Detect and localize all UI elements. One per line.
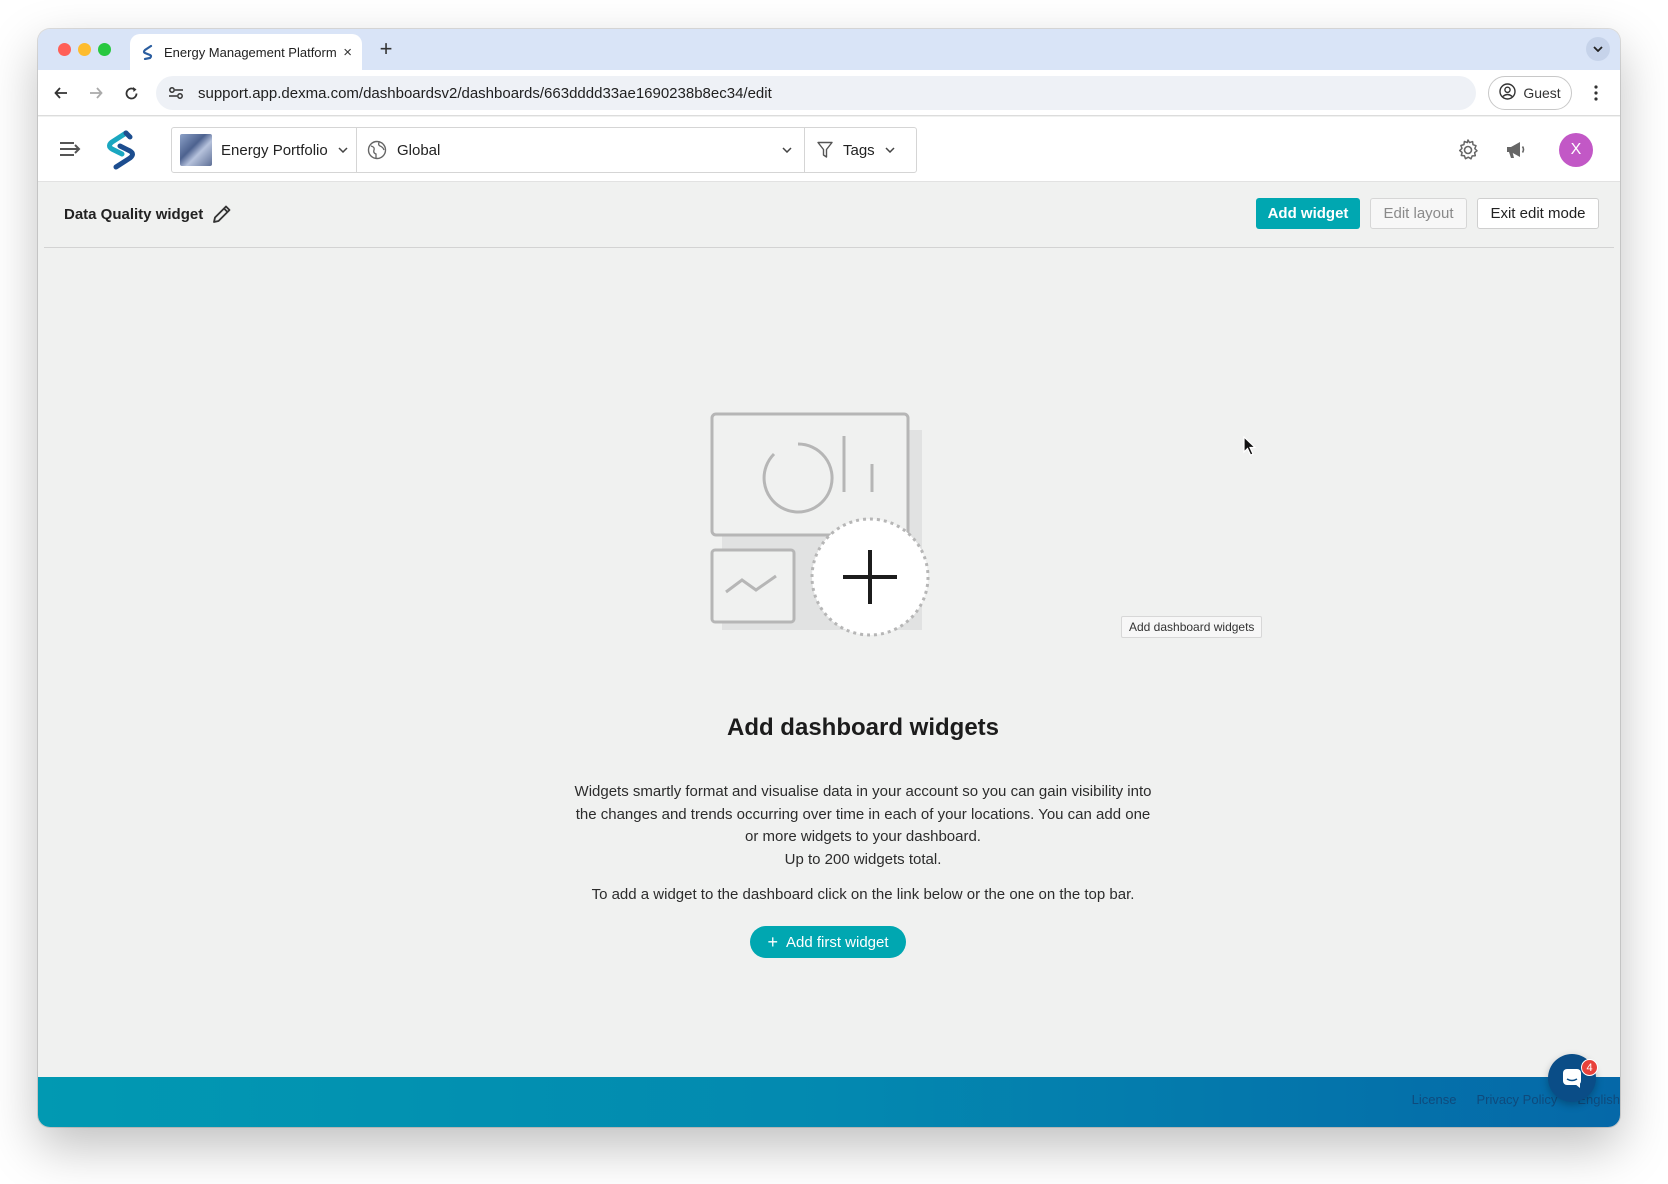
chevron-down-icon (338, 147, 348, 153)
footer-bar: License Privacy Policy English (38, 1077, 1620, 1127)
filter-icon (817, 141, 833, 159)
url-text: support.app.dexma.com/dashboardsv2/dashb… (198, 84, 772, 102)
address-bar[interactable]: support.app.dexma.com/dashboardsv2/dashb… (156, 76, 1476, 110)
menu-toggle-icon[interactable] (58, 139, 82, 159)
empty-state-hint: To add a widget to the dashboard click o… (591, 886, 1135, 903)
tab-title: Energy Management Platform (164, 44, 337, 60)
new-tab-button[interactable]: + (372, 36, 400, 62)
minimize-window-button[interactable] (78, 43, 91, 56)
app-header: Energy Portfolio Global Tags X (38, 117, 1620, 182)
privacy-policy-link[interactable]: Privacy Policy (1476, 1092, 1557, 1107)
license-link[interactable]: License (1412, 1092, 1457, 1107)
edit-layout-button[interactable]: Edit layout (1370, 198, 1467, 229)
description-line: Widgets smartly format and visualise dat… (574, 783, 1152, 800)
empty-state-description: Widgets smartly format and visualise dat… (533, 781, 1193, 871)
add-widget-button[interactable]: Add widget (1256, 198, 1360, 229)
megaphone-icon[interactable] (1503, 137, 1529, 163)
browser-window: Energy Management Platform × + support.a… (38, 29, 1620, 1127)
profile-label: Guest (1523, 85, 1561, 101)
tab-strip: Energy Management Platform × + (38, 29, 1620, 70)
globe-icon (367, 140, 387, 160)
dexma-favicon-icon (140, 44, 156, 60)
context-selector-group: Energy Portfolio Global Tags (171, 127, 917, 173)
browser-tab[interactable]: Energy Management Platform × (130, 34, 362, 70)
add-first-widget-label: Add first widget (785, 933, 889, 951)
mouse-cursor-icon (1243, 436, 1257, 456)
location-label: Global (397, 141, 441, 159)
gear-icon[interactable] (1455, 137, 1481, 163)
dexma-logo-icon[interactable] (100, 129, 142, 171)
notification-badge: 4 (1581, 1059, 1598, 1076)
widgets-illustration (710, 412, 930, 637)
back-arrow-icon[interactable] (50, 82, 72, 104)
portfolio-selector[interactable]: Energy Portfolio (172, 128, 357, 172)
portfolio-label: Energy Portfolio (221, 141, 328, 159)
chevron-down-icon (885, 147, 895, 153)
chevron-down-icon (782, 147, 792, 153)
close-window-button[interactable] (58, 43, 71, 56)
plus-icon: + (767, 932, 778, 952)
exit-edit-mode-button[interactable]: Exit edit mode (1477, 198, 1599, 229)
tags-filter[interactable]: Tags (805, 128, 916, 172)
location-selector[interactable]: Global (357, 128, 805, 172)
tooltip: Add dashboard widgets (1121, 616, 1263, 638)
description-line: Up to 200 widgets total. (784, 850, 942, 868)
browser-menu-icon[interactable] (1586, 82, 1606, 104)
empty-state-title: Add dashboard widgets (726, 714, 999, 741)
site-settings-icon[interactable] (168, 86, 188, 100)
add-first-widget-button[interactable]: + Add first widget (750, 926, 906, 958)
description-line: the changes and trends occurring over ti… (575, 805, 1151, 823)
dashboard-toolbar: Data Quality widget Add widget Edit layo… (44, 182, 1614, 248)
portfolio-thumbnail (180, 134, 212, 166)
profile-icon (1499, 83, 1517, 103)
dashboard-title: Data Quality widget (64, 206, 204, 223)
edit-title-pencil-icon[interactable] (211, 203, 233, 225)
reload-icon[interactable] (120, 82, 142, 104)
forward-arrow-icon[interactable] (85, 82, 107, 104)
tab-close-icon[interactable]: × (343, 44, 352, 61)
tab-search-chevron-icon[interactable] (1586, 37, 1610, 61)
chat-icon (1561, 1067, 1583, 1089)
profile-button[interactable]: Guest (1488, 76, 1572, 110)
description-line: or more widgets to your dashboard. (745, 828, 981, 845)
browser-toolbar: support.app.dexma.com/dashboardsv2/dashb… (38, 70, 1620, 116)
user-avatar[interactable]: X (1559, 133, 1593, 167)
tags-label: Tags (843, 141, 875, 159)
maximize-window-button[interactable] (98, 43, 111, 56)
